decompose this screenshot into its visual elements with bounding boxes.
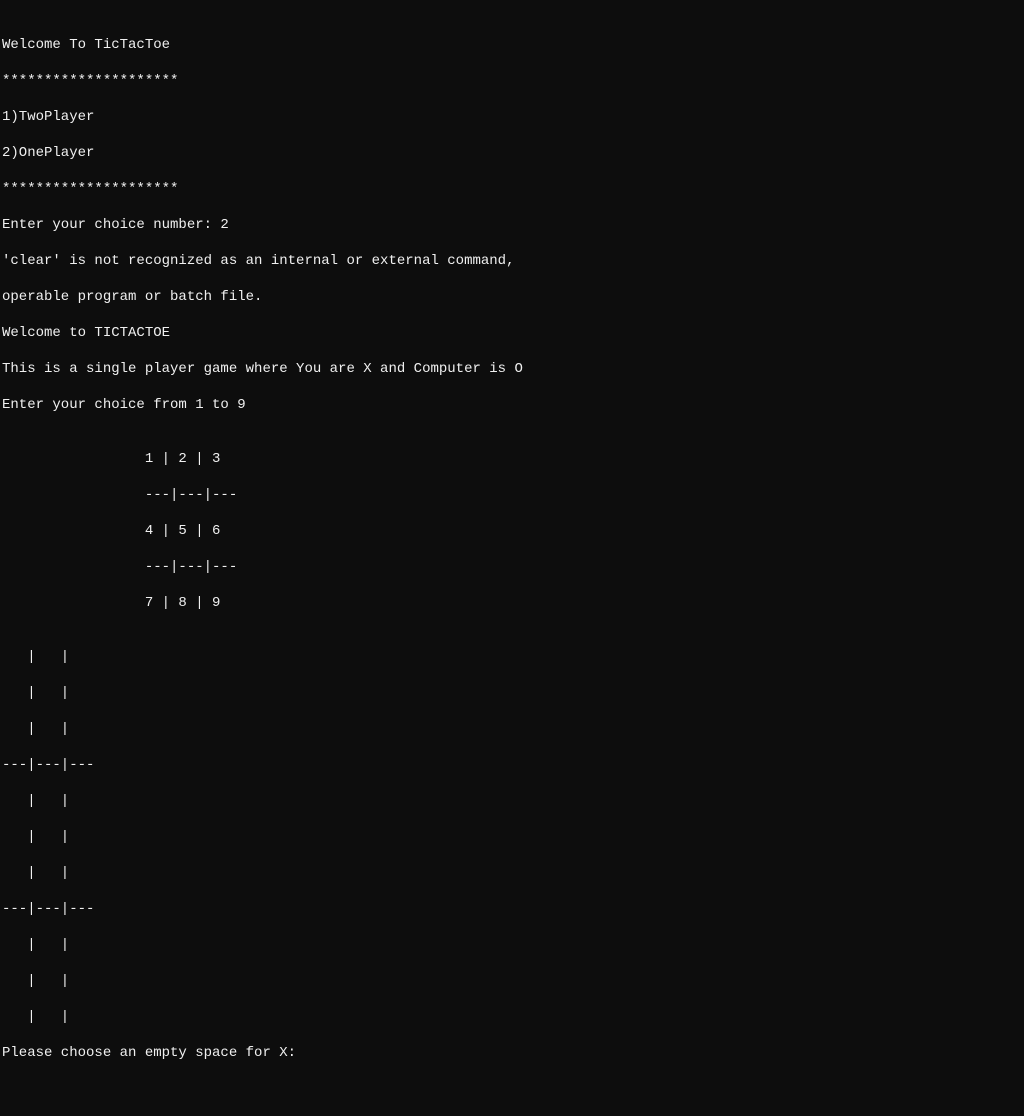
error-line-1: 'clear' is not recognized as an internal… [2, 252, 1024, 270]
guide-sep-2: ---|---|--- [2, 558, 1024, 576]
board-sep-1: ---|---|--- [2, 756, 1024, 774]
divider-top: ********************* [2, 72, 1024, 90]
board-row-3c: | | [2, 1008, 1024, 1026]
welcome-game: Welcome to TICTACTOE [2, 324, 1024, 342]
board-row-3b: | | [2, 972, 1024, 990]
game-description: This is a single player game where You a… [2, 360, 1024, 378]
board-row-2a: | | [2, 792, 1024, 810]
board-sep-2: ---|---|--- [2, 900, 1024, 918]
menu-option-oneplayer: 2)OnePlayer [2, 144, 1024, 162]
guide-row-3: 7 | 8 | 9 [2, 594, 1024, 612]
welcome-title: Welcome To TicTacToe [2, 36, 1024, 54]
guide-row-1: 1 | 2 | 3 [2, 450, 1024, 468]
choice-prompt: Enter your choice number: 2 [2, 216, 1024, 234]
board-row-1c: | | [2, 720, 1024, 738]
range-prompt: Enter your choice from 1 to 9 [2, 396, 1024, 414]
menu-option-twoplayer: 1)TwoPlayer [2, 108, 1024, 126]
guide-row-2: 4 | 5 | 6 [2, 522, 1024, 540]
error-line-2: operable program or batch file. [2, 288, 1024, 306]
move-prompt[interactable]: Please choose an empty space for X: [2, 1044, 1024, 1062]
divider-bottom: ********************* [2, 180, 1024, 198]
guide-sep-1: ---|---|--- [2, 486, 1024, 504]
board-row-2c: | | [2, 864, 1024, 882]
board-row-1b: | | [2, 684, 1024, 702]
board-row-2b: | | [2, 828, 1024, 846]
board-row-1a: | | [2, 648, 1024, 666]
board-row-3a: | | [2, 936, 1024, 954]
